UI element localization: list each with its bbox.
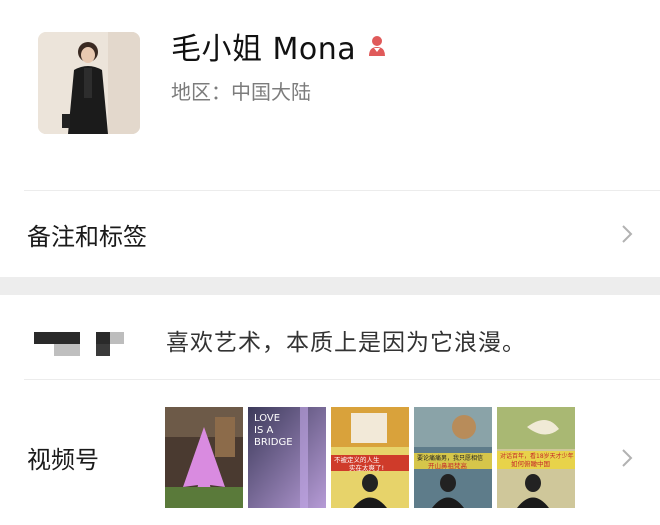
blurred-label	[34, 332, 80, 344]
channels-label: 视频号	[27, 446, 99, 474]
video-thumbnail[interactable]	[165, 407, 243, 508]
name-row: 毛小姐 Mona	[171, 24, 388, 68]
video-thumbnail[interactable]: LOVE IS A BRIDGE	[248, 407, 326, 508]
profile-region: 地区：中国大陆	[171, 80, 311, 104]
avatar[interactable]	[38, 32, 140, 134]
thumb-title-line: 不被定义的人生	[334, 455, 380, 464]
remark-tags-label: 备注和标签	[27, 222, 147, 251]
thumb-title-line: LOVE	[254, 413, 280, 424]
blurred-label	[110, 332, 124, 344]
avatar-photo	[38, 32, 140, 134]
blurred-label	[96, 344, 110, 356]
video-thumbnail[interactable]: 要论痛痛男，我只愿相信 开山鼻祖梵高	[414, 407, 492, 508]
section-gap	[0, 277, 660, 295]
thumb-title-line: 要论痛痛男，我只愿相信	[417, 454, 483, 462]
thumb-title-line: 开山鼻祖梵高	[428, 461, 468, 470]
thumb-title-line: BRIDGE	[254, 437, 293, 448]
profile-name: 毛小姐 Mona	[171, 32, 357, 67]
thumb-title-line: 实在太爽了!	[349, 463, 384, 472]
chevron-right-icon	[622, 225, 633, 243]
video-thumbnail[interactable]: 不被定义的人生 实在太爽了!	[331, 407, 409, 508]
channels-thumbnails: LOVE IS A BRIDGE 不被定义的人生 实在太爽了! 要论痛痛男，我只…	[165, 407, 575, 508]
moments-row[interactable]: 喜欢艺术，本质上是因为它浪漫。	[0, 295, 660, 379]
remark-tags-row[interactable]: 备注和标签	[0, 191, 660, 277]
thumb-title-line: 如何俯瞰中国	[511, 459, 550, 468]
profile-header: 毛小姐 Mona 地区：中国大陆	[0, 0, 660, 190]
thumb-title-line: 对话百年，看18岁天才少年	[500, 452, 574, 460]
blurred-label	[96, 332, 110, 344]
video-thumbnail[interactable]: 对话百年，看18岁天才少年 如何俯瞰中国	[497, 407, 575, 508]
moments-signature: 喜欢艺术，本质上是因为它浪漫。	[166, 330, 526, 356]
chevron-right-icon	[622, 449, 633, 467]
blurred-label	[54, 344, 80, 356]
thumb-title-line: IS A	[254, 425, 273, 436]
female-icon	[366, 34, 388, 58]
